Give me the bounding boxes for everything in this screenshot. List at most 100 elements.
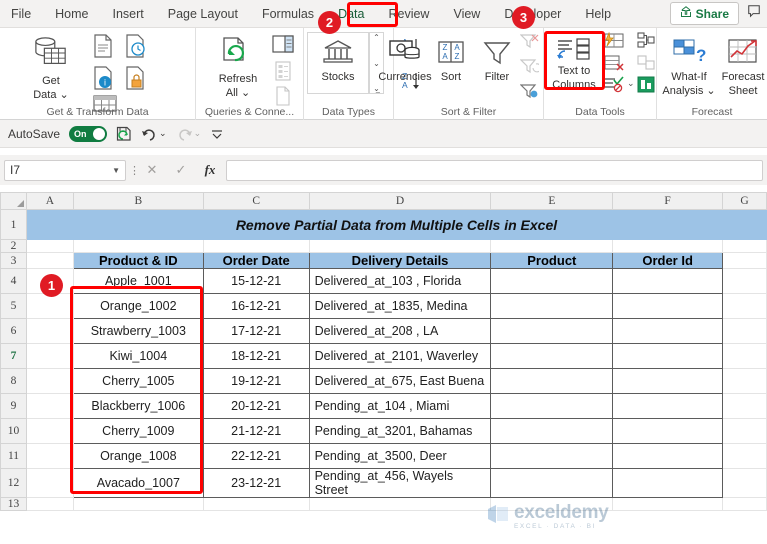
tab-page-layout[interactable]: Page Layout [157, 2, 249, 26]
cell-product[interactable] [491, 469, 613, 498]
cell-product[interactable] [491, 294, 613, 319]
data-validation-icon[interactable] [604, 76, 624, 98]
from-web-icon[interactable]: i [92, 66, 114, 95]
cell-order-id[interactable] [613, 394, 723, 419]
cell-g11[interactable] [723, 444, 767, 469]
tab-view[interactable]: View [442, 2, 491, 26]
cell-order-id[interactable] [613, 369, 723, 394]
cell-g9[interactable] [723, 394, 767, 419]
cell-g4[interactable] [723, 269, 767, 294]
row-header-10[interactable]: 10 [1, 419, 27, 444]
row-header-4[interactable]: 4 [1, 269, 27, 294]
row-header-11[interactable]: 11 [1, 444, 27, 469]
forecast-sheet-button[interactable]: Forecast Sheet [719, 38, 767, 97]
cell-g12[interactable] [723, 469, 767, 498]
autosave-toggle[interactable]: On [69, 126, 107, 142]
manage-data-model-icon[interactable] [637, 76, 655, 98]
tab-help[interactable]: Help [574, 2, 622, 26]
gallery-more-icon[interactable]: ⌄̲ [373, 84, 380, 93]
cell-product-id[interactable]: Orange_1008 [73, 444, 203, 469]
row-header-7[interactable]: 7 [1, 344, 27, 369]
undo-dropdown-icon[interactable]: ⌄ [159, 128, 167, 139]
cell-a2[interactable] [26, 240, 73, 253]
column-header-c[interactable]: C [203, 193, 309, 210]
column-header-g[interactable]: G [723, 193, 767, 210]
cell-delivery-details[interactable]: Pending_at_3500, Deer [309, 444, 491, 469]
cell-a12[interactable] [26, 469, 73, 498]
tab-file[interactable]: File [0, 2, 42, 26]
cell-a7[interactable] [26, 344, 73, 369]
cell-delivery-details[interactable]: Delivered_at_675, East Buena [309, 369, 491, 394]
cell-order-id[interactable] [613, 444, 723, 469]
formula-input[interactable] [226, 160, 763, 181]
cell-product[interactable] [491, 419, 613, 444]
cell-g10[interactable] [723, 419, 767, 444]
cell-b2[interactable] [73, 240, 203, 253]
cell-g7[interactable] [723, 344, 767, 369]
cell-a10[interactable] [26, 419, 73, 444]
cell-c2[interactable] [203, 240, 309, 253]
sort-button[interactable]: ZAAZ Sort [430, 40, 472, 83]
row-header-2[interactable]: 2 [1, 240, 27, 253]
row-header-9[interactable]: 9 [1, 394, 27, 419]
cell-product[interactable] [491, 369, 613, 394]
column-header-f[interactable]: F [613, 193, 723, 210]
cell-delivery-details[interactable]: Delivered_at_208 , LA [309, 319, 491, 344]
cell-product[interactable] [491, 269, 613, 294]
row-header-12[interactable]: 12 [1, 469, 27, 498]
cancel-icon[interactable]: ✕ [139, 162, 165, 178]
currencies-button[interactable]: Currencies [374, 38, 436, 83]
cell-f2[interactable] [613, 240, 723, 253]
flash-fill-icon[interactable] [604, 32, 624, 54]
cell-order-date[interactable]: 16-12-21 [203, 294, 309, 319]
cell-order-date[interactable]: 19-12-21 [203, 369, 309, 394]
cell-product[interactable] [491, 444, 613, 469]
text-to-columns-button[interactable]: Text to Columns [546, 38, 602, 91]
cell-product-id[interactable]: Orange_1002 [73, 294, 203, 319]
comments-button[interactable] [747, 4, 761, 23]
queries-connections-icon[interactable] [272, 35, 294, 58]
row-header-6[interactable]: 6 [1, 319, 27, 344]
cell-order-id[interactable] [613, 344, 723, 369]
column-header-b[interactable]: B [73, 193, 203, 210]
cell-e2[interactable] [491, 240, 613, 253]
cell-order-date[interactable]: 17-12-21 [203, 319, 309, 344]
advanced-filter-button[interactable] [520, 83, 539, 106]
stocks-button[interactable]: Stocks [310, 38, 366, 83]
row-header-8[interactable]: 8 [1, 369, 27, 394]
customize-qat-icon[interactable] [210, 127, 224, 141]
refresh-all-button[interactable]: Refresh All ⌄ [210, 36, 266, 99]
cell-g13[interactable] [723, 498, 767, 511]
cell-c13[interactable] [203, 498, 309, 511]
cell-product-id[interactable]: Cherry_1005 [73, 369, 203, 394]
column-header-a[interactable]: A [26, 193, 73, 210]
cell-product-id[interactable]: Strawberry_1003 [73, 319, 203, 344]
data-validation-dropdown-arrow-icon[interactable]: ⌄ [627, 78, 635, 89]
cell-order-date[interactable]: 22-12-21 [203, 444, 309, 469]
cell-g2[interactable] [723, 240, 767, 253]
tab-home[interactable]: Home [44, 2, 99, 26]
cell-product-id[interactable]: Apple_1001 [73, 269, 203, 294]
cell-order-id[interactable] [613, 269, 723, 294]
cell-b13[interactable] [73, 498, 203, 511]
fx-icon[interactable]: fx [197, 162, 223, 178]
cell-product[interactable] [491, 319, 613, 344]
cell-d13[interactable] [309, 498, 491, 511]
cell-product-id[interactable]: Blackberry_1006 [73, 394, 203, 419]
cell-order-date[interactable]: 18-12-21 [203, 344, 309, 369]
cell-order-id[interactable] [613, 319, 723, 344]
tab-review[interactable]: Review [377, 2, 440, 26]
cell-product[interactable] [491, 394, 613, 419]
cell-order-date[interactable]: 15-12-21 [203, 269, 309, 294]
cell-product[interactable] [491, 344, 613, 369]
cell-delivery-details[interactable]: Delivered_at_103 , Florida [309, 269, 491, 294]
cell-order-date[interactable]: 21-12-21 [203, 419, 309, 444]
cell-a11[interactable] [26, 444, 73, 469]
undo-icon[interactable]: ⌄ [141, 126, 167, 142]
tab-formulas[interactable]: Formulas [251, 2, 325, 26]
cell-order-id[interactable] [613, 469, 723, 498]
cell-g5[interactable] [723, 294, 767, 319]
cell-a5[interactable] [26, 294, 73, 319]
what-if-analysis-button[interactable]: ? What-If Analysis ⌄ [661, 38, 717, 97]
cell-a9[interactable] [26, 394, 73, 419]
